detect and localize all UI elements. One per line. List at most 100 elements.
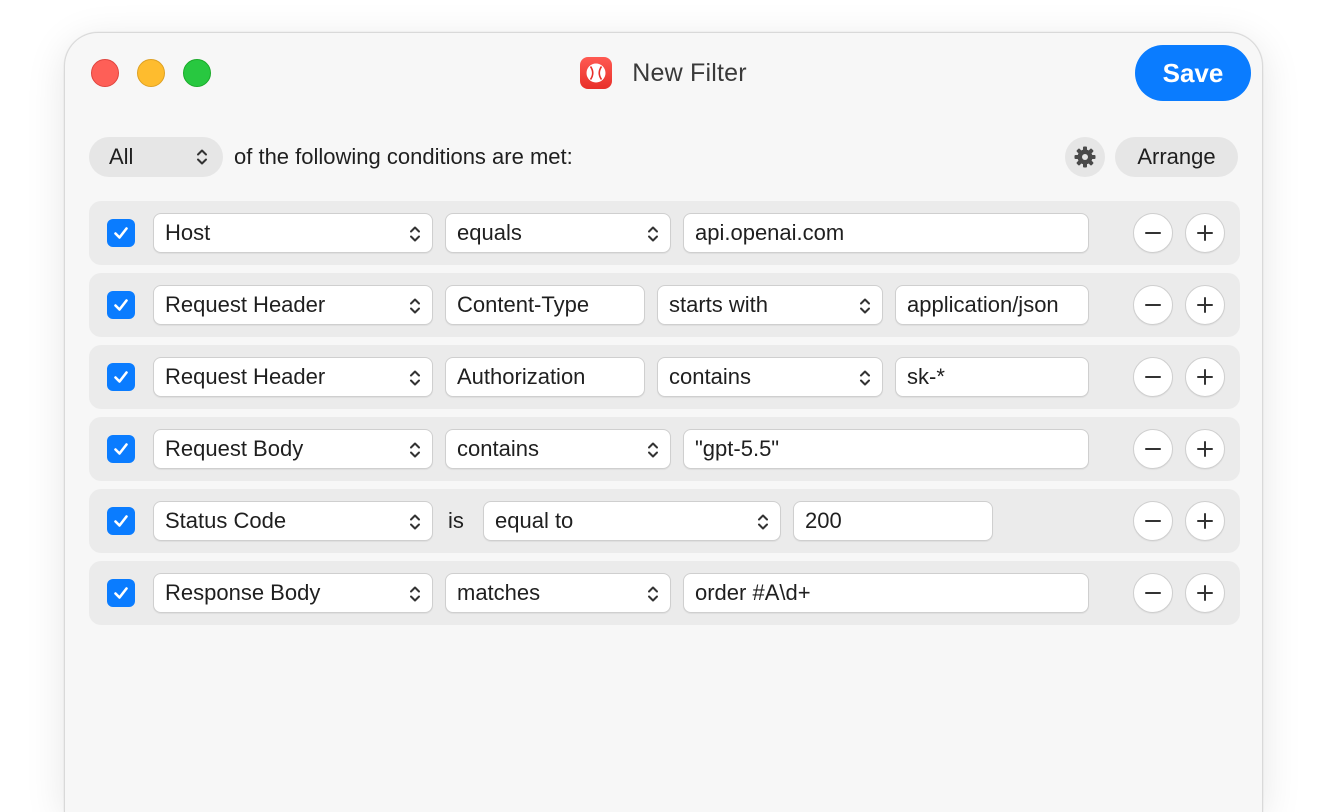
field-select[interactable]: Response Body <box>153 573 433 613</box>
field-select[interactable]: Request Header <box>153 285 433 325</box>
options-button[interactable] <box>1065 137 1105 177</box>
value-field[interactable]: sk-* <box>895 357 1089 397</box>
chevron-updown-icon <box>410 370 420 386</box>
zoom-window-button[interactable] <box>183 59 211 87</box>
rule-enabled-checkbox[interactable] <box>107 363 135 391</box>
field-value: Request Header <box>165 364 326 389</box>
checkmark-icon <box>114 443 128 455</box>
chevron-updown-icon <box>410 514 420 530</box>
rule-enabled-checkbox[interactable] <box>107 579 135 607</box>
rule-row-request-header-authorization: Request Header Authorization contains sk… <box>89 345 1240 409</box>
remove-rule-button[interactable] <box>1133 213 1173 253</box>
add-rule-button[interactable] <box>1185 285 1225 325</box>
minimize-window-button[interactable] <box>137 59 165 87</box>
header-name-field[interactable]: Authorization <box>445 357 645 397</box>
checkmark-icon <box>114 587 128 599</box>
conditions-bar: All of the following conditions are met: <box>89 137 1238 177</box>
value-text: "gpt-5.5" <box>695 436 780 461</box>
add-rule-button[interactable] <box>1185 357 1225 397</box>
checkmark-icon <box>114 299 128 311</box>
operator-select[interactable]: equal to <box>483 501 781 541</box>
window-title: New Filter <box>632 58 747 87</box>
rule-row-request-body: Request Body contains "gpt-5.5" <box>89 417 1240 481</box>
header-name-field[interactable]: Content-Type <box>445 285 645 325</box>
plus-icon <box>1197 513 1213 529</box>
checkmark-icon <box>114 515 128 527</box>
field-value: Response Body <box>165 580 321 605</box>
remove-rule-button[interactable] <box>1133 429 1173 469</box>
minus-icon <box>1145 520 1161 522</box>
minus-icon <box>1145 592 1161 594</box>
gear-icon <box>1074 146 1096 168</box>
remove-rule-button[interactable] <box>1133 357 1173 397</box>
operator-select[interactable]: matches <box>445 573 671 613</box>
field-select[interactable]: Host <box>153 213 433 253</box>
field-value: Status Code <box>165 508 287 533</box>
header-name-text: Content-Type <box>457 292 590 317</box>
chevron-updown-icon <box>648 586 658 602</box>
remove-rule-button[interactable] <box>1133 285 1173 325</box>
rule-enabled-checkbox[interactable] <box>107 435 135 463</box>
value-text: api.openai.com <box>695 220 845 245</box>
chevron-updown-icon <box>197 149 207 165</box>
rule-enabled-checkbox[interactable] <box>107 507 135 535</box>
add-rule-button[interactable] <box>1185 213 1225 253</box>
checkmark-icon <box>114 227 128 239</box>
value-field[interactable]: "gpt-5.5" <box>683 429 1089 469</box>
field-select[interactable]: Request Body <box>153 429 433 469</box>
operator-select[interactable]: equals <box>445 213 671 253</box>
value-field[interactable]: application/json <box>895 285 1089 325</box>
value-text: application/json <box>907 292 1059 317</box>
operator-select[interactable]: starts with <box>657 285 883 325</box>
remove-rule-button[interactable] <box>1133 573 1173 613</box>
minus-icon <box>1145 376 1161 378</box>
baseball-icon <box>580 57 613 89</box>
field-value: Request Header <box>165 292 326 317</box>
plus-icon <box>1197 585 1213 601</box>
minus-icon <box>1145 232 1161 234</box>
save-button[interactable]: Save <box>1135 45 1251 101</box>
operator-value: equals <box>457 220 522 245</box>
connector-label: is <box>448 508 464 533</box>
plus-icon <box>1197 369 1213 385</box>
rule-enabled-checkbox[interactable] <box>107 291 135 319</box>
chevron-updown-icon <box>410 586 420 602</box>
value-text: order #A\d+ <box>695 580 811 605</box>
match-mode-select[interactable]: All <box>89 137 223 177</box>
chevron-updown-icon <box>648 226 658 242</box>
plus-icon <box>1197 297 1213 313</box>
filter-window: New Filter Save All of the following con… <box>64 32 1263 812</box>
close-window-button[interactable] <box>91 59 119 87</box>
value-field[interactable]: order #A\d+ <box>683 573 1089 613</box>
operator-value: contains <box>457 436 539 461</box>
rule-enabled-checkbox[interactable] <box>107 219 135 247</box>
field-select[interactable]: Request Header <box>153 357 433 397</box>
chevron-updown-icon <box>410 298 420 314</box>
minus-icon <box>1145 448 1161 450</box>
operator-value: equal to <box>495 508 574 533</box>
operator-select[interactable]: contains <box>445 429 671 469</box>
add-rule-button[interactable] <box>1185 573 1225 613</box>
plus-icon <box>1197 225 1213 241</box>
chevron-updown-icon <box>860 298 870 314</box>
chevron-updown-icon <box>860 370 870 386</box>
value-field[interactable]: api.openai.com <box>683 213 1089 253</box>
field-value: Request Body <box>165 436 304 461</box>
checkmark-icon <box>114 371 128 383</box>
minus-icon <box>1145 304 1161 306</box>
operator-select[interactable]: contains <box>657 357 883 397</box>
arrange-button[interactable]: Arrange <box>1115 137 1238 177</box>
conditions-description: of the following conditions are met: <box>234 144 573 169</box>
remove-rule-button[interactable] <box>1133 501 1173 541</box>
rule-row-request-header-content-type: Request Header Content-Type starts with … <box>89 273 1240 337</box>
chevron-updown-icon <box>648 442 658 458</box>
add-rule-button[interactable] <box>1185 501 1225 541</box>
operator-value: matches <box>457 580 541 605</box>
header-name-text: Authorization <box>457 364 586 389</box>
value-text: sk-* <box>907 364 945 389</box>
value-field[interactable]: 200 <box>793 501 993 541</box>
add-rule-button[interactable] <box>1185 429 1225 469</box>
chevron-updown-icon <box>410 442 420 458</box>
chevron-updown-icon <box>758 514 768 530</box>
field-select[interactable]: Status Code <box>153 501 433 541</box>
